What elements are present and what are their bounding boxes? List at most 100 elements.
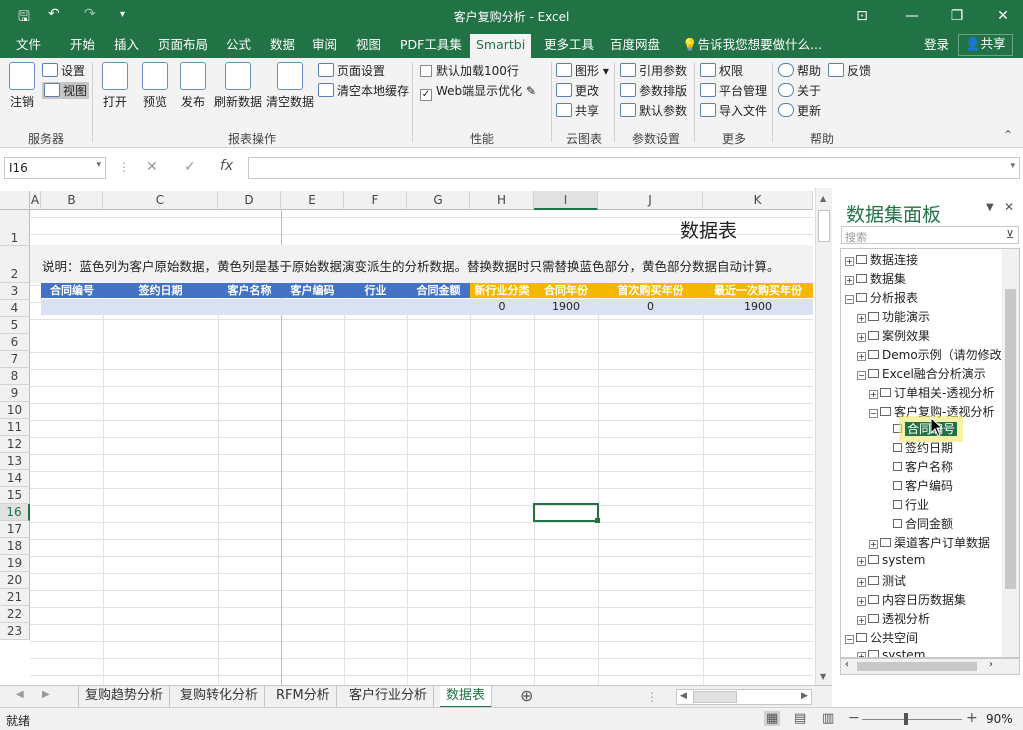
normal-view-icon[interactable]: ▦ xyxy=(764,711,781,726)
zoom-out-icon[interactable]: − xyxy=(848,710,860,726)
header-cell[interactable]: 合同年份 xyxy=(534,283,598,298)
name-box[interactable]: I16 ▾ xyxy=(4,157,106,179)
filter-icon[interactable]: ⊻ xyxy=(1006,228,1014,241)
page-break-view-icon[interactable]: ▥ xyxy=(822,711,834,726)
column-header[interactable]: J xyxy=(598,191,703,210)
header-cell[interactable]: 客户名称 xyxy=(218,283,281,298)
row-header[interactable]: 23 xyxy=(0,623,30,640)
page-setup-button[interactable]: 页面设置 xyxy=(318,62,385,79)
row-header[interactable]: 9 xyxy=(0,385,30,402)
tab-pdf-tools[interactable]: PDF工具集 xyxy=(394,36,468,58)
preview-button[interactable]: 预览 xyxy=(138,62,172,110)
publish-button[interactable]: 发布 xyxy=(176,62,210,110)
zoom-in-icon[interactable]: + xyxy=(966,710,978,726)
scroll-thumb[interactable] xyxy=(818,210,830,242)
param-layout-button[interactable]: 参数排版 xyxy=(620,82,687,99)
tree-node[interactable]: + 数据连接 xyxy=(845,251,918,268)
header-cell[interactable]: 行业 xyxy=(344,283,407,298)
open-button[interactable]: 打开 xyxy=(98,62,132,110)
view-button[interactable]: 视图 xyxy=(42,82,90,99)
tab-baidu-netdisk[interactable]: 百度网盘 xyxy=(604,36,666,58)
expand-icon[interactable]: ▾ xyxy=(1010,161,1015,171)
row-header[interactable]: 15 xyxy=(0,487,30,504)
tab-smartbi[interactable]: Smartbi xyxy=(470,34,532,58)
header-cell[interactable]: 客户编码 xyxy=(281,283,344,298)
tab-formulas[interactable]: 公式 xyxy=(220,36,257,58)
row-header[interactable]: 12 xyxy=(0,436,30,453)
tab-view[interactable]: 视图 xyxy=(350,36,387,58)
row-header[interactable]: 10 xyxy=(0,402,30,419)
zoom-level[interactable]: 90% xyxy=(986,712,1013,726)
tree-node[interactable]: + system xyxy=(857,648,925,657)
tree-field[interactable]: 签约日期 xyxy=(893,439,953,456)
tree-node[interactable]: − Excel融合分析演示 xyxy=(857,365,986,382)
clear-cache-button[interactable]: 清空本地缓存 xyxy=(318,82,409,99)
data-cell[interactable]: 0 xyxy=(598,300,703,313)
row-header[interactable]: 14 xyxy=(0,470,30,487)
sheet-tab[interactable]: RFM分析 xyxy=(270,686,337,708)
import-file-button[interactable]: 导入文件 xyxy=(700,102,767,119)
cancel-icon[interactable]: ✕ xyxy=(146,159,158,175)
column-header[interactable]: I xyxy=(534,191,598,210)
sheet-tab[interactable]: 复购转化分析 xyxy=(174,686,266,708)
sheet-tab[interactable]: 复购趋势分析 xyxy=(78,686,171,708)
scroll-right-icon[interactable]: ▶ xyxy=(801,691,808,701)
sheet-tab-active[interactable]: 数据表 xyxy=(440,686,493,708)
tree-node[interactable]: + system xyxy=(857,553,925,567)
load-100-checkbox[interactable]: 默认加载100行 xyxy=(420,62,519,79)
update-button[interactable]: 更新 xyxy=(778,102,821,119)
tree-node[interactable]: + 内容日历数据集 xyxy=(857,591,966,608)
row-header[interactable]: 16 xyxy=(0,504,30,521)
ref-param-button[interactable]: 引用参数 xyxy=(620,62,687,79)
row-header[interactable]: 18 xyxy=(0,538,30,555)
column-header[interactable]: H xyxy=(470,191,534,210)
scroll-up-icon[interactable]: ▲ xyxy=(820,194,826,203)
header-cell[interactable]: 首次购买年份 xyxy=(598,283,703,298)
collapse-ribbon-icon[interactable]: ⌃ xyxy=(1003,128,1013,142)
tree-hscrollbar[interactable]: ‹ › xyxy=(840,658,1020,675)
help-button[interactable]: 帮助 xyxy=(778,62,821,79)
scroll-left-icon[interactable]: ◀ xyxy=(680,691,687,701)
pencil-icon[interactable]: ✎ xyxy=(522,84,536,98)
tree-node[interactable]: + 案例效果 xyxy=(857,327,930,344)
tree-node[interactable]: − 公共空间 xyxy=(845,629,918,646)
column-header[interactable]: A xyxy=(30,191,41,210)
add-sheet-icon[interactable]: ⊕ xyxy=(520,686,533,705)
column-header[interactable]: F xyxy=(344,191,407,210)
feedback-button[interactable]: 反馈 xyxy=(828,62,871,79)
row-header[interactable]: 20 xyxy=(0,572,30,589)
tree-scrollbar[interactable] xyxy=(1002,249,1019,657)
tree-field[interactable]: 行业 xyxy=(893,496,929,513)
tree-field[interactable]: 合同金额 xyxy=(893,515,953,532)
column-header[interactable]: K xyxy=(703,191,813,210)
row-header[interactable]: 13 xyxy=(0,453,30,470)
tab-home[interactable]: 开始 xyxy=(64,36,101,58)
tell-me-box[interactable]: 💡告诉我您想要做什么... xyxy=(676,36,828,58)
minimize-button[interactable]: — xyxy=(897,4,927,28)
tree-field[interactable]: 合同编号 xyxy=(893,416,964,442)
chevron-down-icon[interactable]: ▾ xyxy=(96,160,101,170)
login-link[interactable]: 登录 xyxy=(918,36,955,58)
tab-data[interactable]: 数据 xyxy=(264,36,301,58)
data-cell[interactable]: 1900 xyxy=(534,300,598,313)
header-cell[interactable]: 合同金额 xyxy=(407,283,470,298)
tree-node[interactable]: + 数据集 xyxy=(845,270,906,287)
clear-data-button[interactable]: 清空数据 xyxy=(264,62,316,110)
hscroll-thumb[interactable] xyxy=(693,691,737,703)
zoom-slider-thumb[interactable] xyxy=(904,713,908,725)
restore-button[interactable]: ❐ xyxy=(942,4,972,28)
column-header[interactable]: D xyxy=(218,191,281,210)
about-button[interactable]: 关于 xyxy=(778,82,821,99)
next-sheet-icon[interactable]: ▶ xyxy=(42,689,50,700)
tree-node[interactable]: + 订单相关-透视分析 xyxy=(869,384,994,401)
logout-button[interactable]: 注销 xyxy=(6,62,38,110)
column-header[interactable]: B xyxy=(41,191,103,210)
platform-button[interactable]: 平台管理 xyxy=(700,82,767,99)
page-layout-view-icon[interactable]: ▤ xyxy=(794,711,806,726)
select-all-corner[interactable] xyxy=(0,191,30,210)
panel-close-icon[interactable]: ✕ xyxy=(1004,200,1014,214)
row-header[interactable]: 2 xyxy=(0,246,30,283)
panel-search-input[interactable]: 搜索 ⊻ xyxy=(841,226,1019,244)
row-header[interactable]: 21 xyxy=(0,589,30,606)
header-cell[interactable]: 合同编号 xyxy=(41,283,103,298)
